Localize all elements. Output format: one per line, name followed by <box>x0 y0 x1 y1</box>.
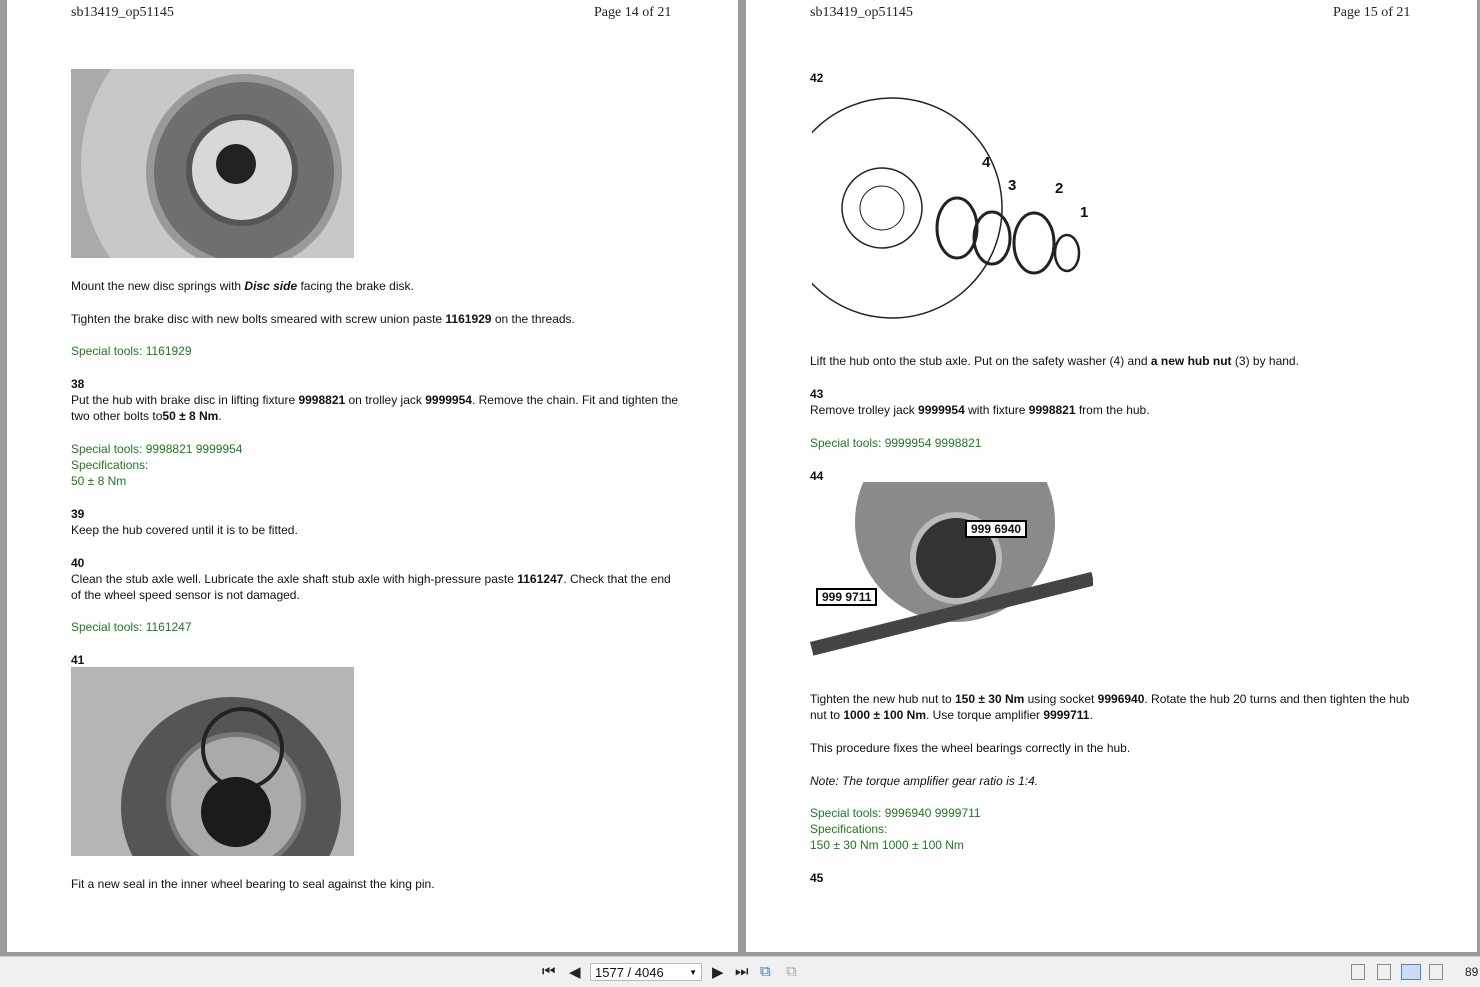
step-number: 39 <box>71 507 85 521</box>
paragraph: Clean the stub axle well. Lubricate the … <box>71 572 671 586</box>
paragraph: Fit a new seal in the inner wheel bearin… <box>71 877 435 891</box>
special-tools: Special tools: 9996940 9999711 <box>810 806 981 820</box>
callout-1: 1 <box>1080 204 1089 221</box>
brake-disc-photo <box>71 69 354 258</box>
special-tools: Special tools: 9998821 9999954 <box>71 442 243 456</box>
single-page-view-icon[interactable] <box>1351 964 1365 980</box>
step-number: 43 <box>810 387 824 401</box>
special-tools: Special tools: 9999954 9998821 <box>810 436 982 450</box>
amplifier-label: 999 9711 <box>816 588 878 606</box>
page-15: sb13419_op51145 Page 15 of 21 42 4 3 2 1… <box>746 0 1477 952</box>
doc-id: sb13419_op51145 <box>71 5 174 20</box>
facing-view-icon[interactable] <box>1401 964 1421 980</box>
specifications: 150 ± 30 Nm 1000 ± 100 Nm <box>810 838 964 852</box>
page-number-select[interactable]: 1577 / 4046 ▼ <box>590 963 702 981</box>
step-number: 40 <box>71 556 85 570</box>
paragraph: Put the hub with brake disc in lifting f… <box>71 393 679 407</box>
page-label: Page 14 of 21 <box>594 5 672 20</box>
step-number: 45 <box>810 871 824 885</box>
paragraph: Tighten the new hub nut to 150 ± 30 Nm u… <box>810 692 1410 706</box>
paragraph: Lift the hub onto the stub axle. Put on … <box>810 354 1299 368</box>
seal-photo <box>71 667 354 856</box>
paragraph: two other bolts to50 ± 8 Nm. <box>71 409 222 423</box>
paragraph: Tighten the brake disc with new bolts sm… <box>71 312 575 326</box>
specifications-label: Specifications: <box>810 822 888 836</box>
page-14: sb13419_op51145 Page 14 of 21 Mount the … <box>7 0 738 952</box>
doc-id: sb13419_op51145 <box>810 5 913 20</box>
special-tools: Special tools: 1161929 <box>71 344 192 358</box>
previous-page-icon[interactable]: ◀ <box>569 963 581 981</box>
page-label: Page 15 of 21 <box>1333 5 1411 20</box>
continuous-view-icon[interactable] <box>1377 964 1391 980</box>
continuous-facing-view-icon[interactable] <box>1429 964 1443 980</box>
socket-label: 999 6940 <box>965 520 1028 538</box>
previous-view-icon[interactable]: ⧉ <box>760 963 771 980</box>
hub-diagram: 4 3 2 1 <box>812 88 1096 326</box>
specifications-label: Specifications: <box>71 458 149 472</box>
specifications: 50 ± 8 Nm <box>71 474 127 488</box>
last-page-icon[interactable]: ⏭ <box>735 963 749 980</box>
hub-exploded-drawing <box>812 97 1081 319</box>
step-number: 42 <box>810 71 824 85</box>
next-view-icon[interactable]: ⧉ <box>786 963 797 980</box>
step-number: 41 <box>71 653 85 667</box>
page-number-value: 1577 / 4046 <box>595 965 664 980</box>
paragraph: of the wheel speed sensor is not damaged… <box>71 588 300 602</box>
paragraph: Keep the hub covered until it is to be f… <box>71 523 298 537</box>
paragraph: Remove trolley jack 9999954 with fixture… <box>810 403 1150 417</box>
callout-3: 3 <box>1008 177 1017 194</box>
zoom-level[interactable]: 89 <box>1465 965 1478 979</box>
paragraph: Mount the new disc springs with Disc sid… <box>71 279 414 293</box>
step-number: 38 <box>71 377 85 391</box>
torque-photo: 999 6940 999 9711 <box>810 482 1093 671</box>
paragraph: This procedure fixes the wheel bearings … <box>810 741 1131 755</box>
first-page-icon[interactable]: ⏮ <box>542 963 556 980</box>
note: Note: The torque amplifier gear ratio is… <box>810 774 1039 788</box>
callout-2: 2 <box>1055 180 1064 197</box>
paragraph: nut to 1000 ± 100 Nm. Use torque amplifi… <box>810 708 1093 722</box>
bottom-toolbar: ⏮ ◀ 1577 / 4046 ▼ ▶ ⏭ ⧉ ⧉ 89 <box>0 956 1480 987</box>
chevron-down-icon: ▼ <box>689 968 697 977</box>
callout-4: 4 <box>982 154 991 171</box>
next-page-icon[interactable]: ▶ <box>712 963 724 981</box>
special-tools: Special tools: 1161247 <box>71 620 192 634</box>
